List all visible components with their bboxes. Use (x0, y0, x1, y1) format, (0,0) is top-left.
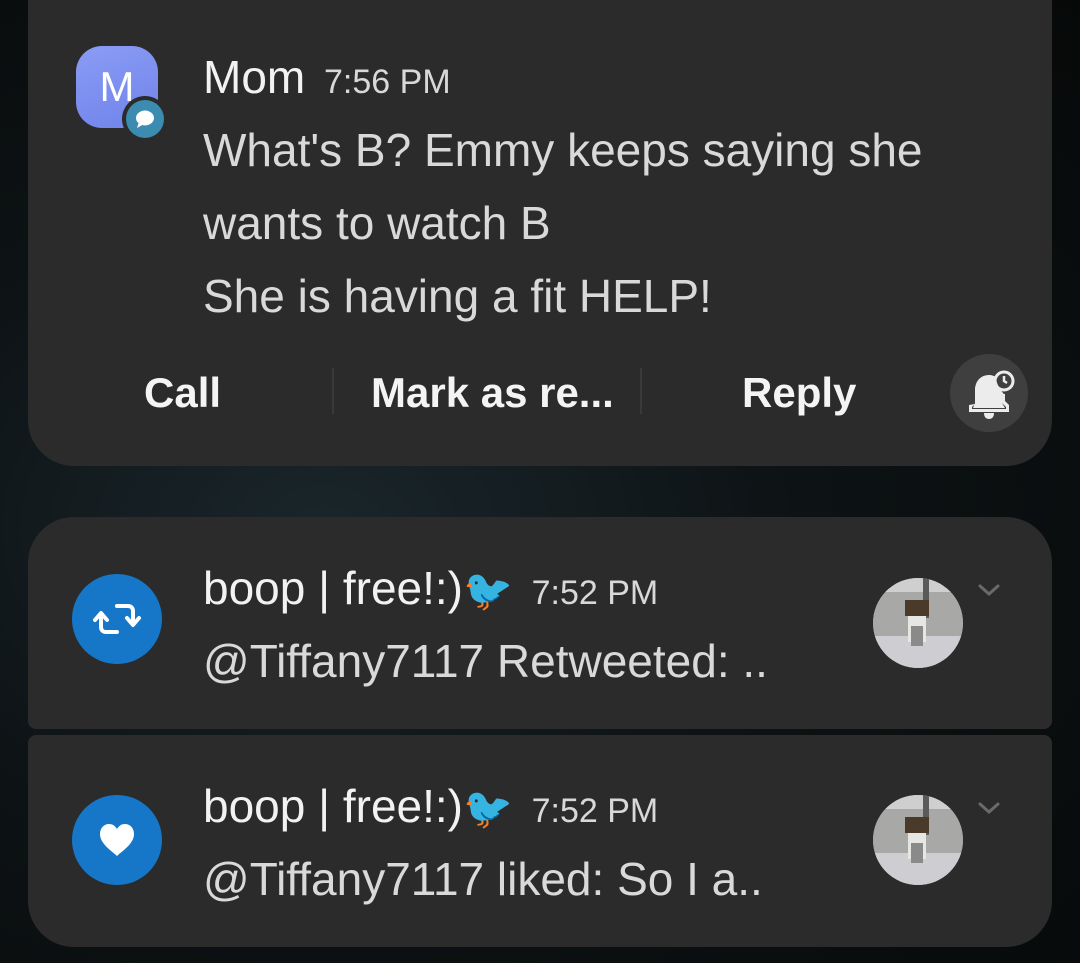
twitter-notification-card[interactable]: boop | free!:)🐦 7:52 PM @Tiffany7117 lik… (28, 735, 1052, 947)
bird-emoji: 🐦 (463, 786, 513, 832)
message-line: What's B? Emmy keeps saying she (203, 124, 923, 176)
divider (640, 368, 642, 414)
reply-button[interactable]: Reply (742, 369, 856, 417)
message-line: She is having a fit HELP! (203, 270, 712, 322)
message-bubble-icon (122, 96, 168, 142)
retweet-icon (72, 574, 162, 664)
heart-icon (72, 795, 162, 885)
chevron-down-icon[interactable] (976, 577, 1002, 603)
divider (332, 368, 334, 414)
notification-header: Mom 7:56 PM (203, 50, 451, 104)
notification-header: boop | free!:)🐦 7:52 PM (203, 561, 658, 615)
sender-name: Mom (203, 51, 306, 103)
avatar (873, 795, 963, 885)
avatar (873, 578, 963, 668)
notification-header: boop | free!:)🐦 7:52 PM (203, 779, 658, 833)
call-button[interactable]: Call (144, 369, 221, 417)
bird-emoji: 🐦 (463, 568, 513, 614)
notification-text: @Tiffany7117 Retweeted: .. (203, 635, 768, 687)
twitter-notification-card[interactable]: boop | free!:)🐦 7:52 PM @Tiffany7117 Ret… (28, 517, 1052, 729)
snooze-button[interactable] (950, 354, 1028, 432)
message-notification-card[interactable]: M Mom 7:56 PM What's B? Emmy keeps sayin… (28, 0, 1052, 466)
notification-time: 7:52 PM (531, 792, 659, 830)
notification-text: @Tiffany7117 liked: So I a.. (203, 853, 763, 905)
bell-snooze-icon (969, 370, 1015, 419)
notification-time: 7:52 PM (531, 574, 659, 612)
chevron-down-icon[interactable] (976, 795, 1002, 821)
message-body: What's B? Emmy keeps saying she wants to… (203, 114, 923, 333)
message-line: wants to watch B (203, 197, 551, 249)
sender-name: boop | free!:) (203, 562, 463, 614)
mark-as-read-button[interactable]: Mark as re... (371, 369, 614, 417)
notification-time: 7:56 PM (324, 63, 451, 101)
sender-name: boop | free!:) (203, 780, 463, 832)
